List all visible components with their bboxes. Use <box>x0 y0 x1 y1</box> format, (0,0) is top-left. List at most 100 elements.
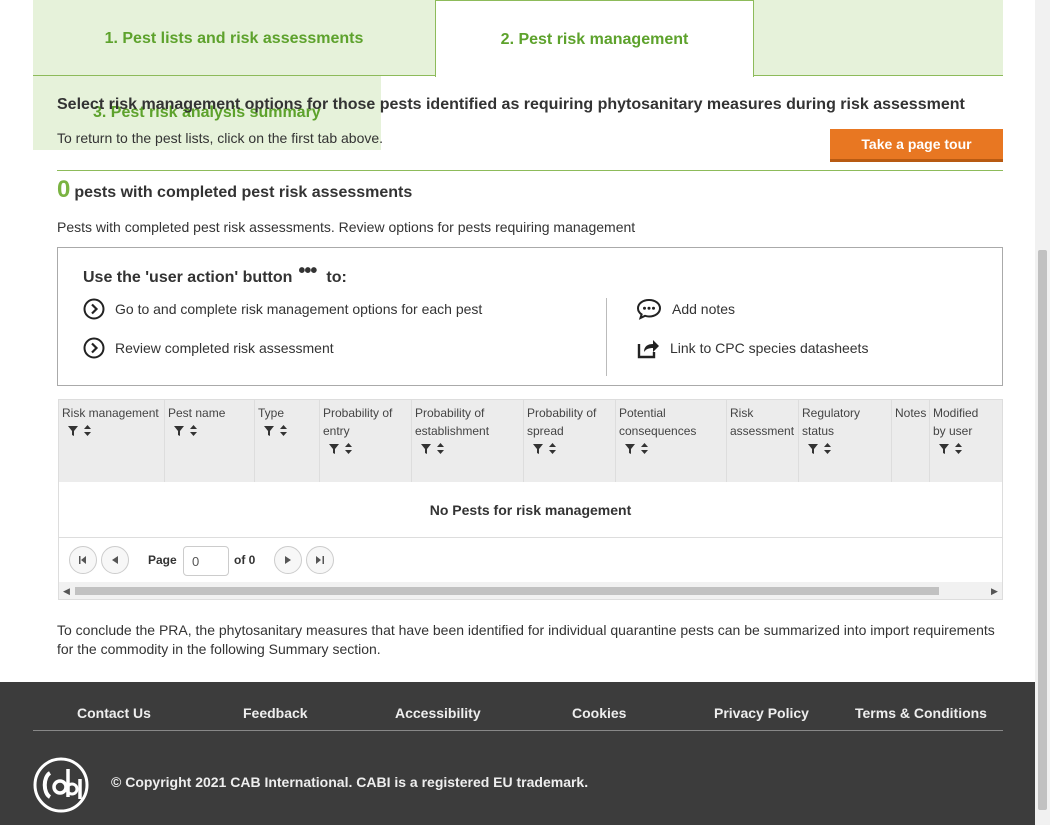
filter-icon[interactable] <box>625 441 635 459</box>
grid-pager: Page of 0 <box>59 538 1002 582</box>
footer: Contact Us Feedback Accessibility Cookie… <box>0 682 1035 825</box>
horizontal-scrollbar[interactable]: ◀ ▶ <box>59 582 1002 599</box>
tab-pest-lists[interactable]: 1. Pest lists and risk assessments <box>33 0 435 76</box>
column-header: Modified by user <box>930 400 1002 482</box>
scroll-right-icon[interactable]: ▶ <box>991 586 998 597</box>
page: 1. Pest lists and risk assessments 2. Pe… <box>0 0 1050 825</box>
footer-link-terms[interactable]: Terms & Conditions <box>855 705 987 721</box>
info-item-complete-options: Go to and complete risk management optio… <box>83 298 482 320</box>
column-title: Risk management <box>62 406 159 420</box>
scroll-left-icon[interactable]: ◀ <box>63 586 70 597</box>
page-total-label: of 0 <box>234 553 256 567</box>
sort-icon[interactable] <box>955 441 962 459</box>
tab-bar: 1. Pest lists and risk assessments 2. Pe… <box>33 0 1003 150</box>
column-title: Probability of entry <box>323 406 393 438</box>
info-item-label: Review completed risk assessment <box>115 340 334 356</box>
info-item-review-assessment: Review completed risk assessment <box>83 337 334 359</box>
page-tour-button[interactable]: Take a page tour <box>830 129 1003 162</box>
info-item-add-notes: Add notes <box>636 298 735 320</box>
first-page-button[interactable] <box>69 546 97 574</box>
column-title: Potential consequences <box>619 406 697 438</box>
info-title-after: to: <box>326 269 347 286</box>
chevron-circle-icon <box>83 337 105 359</box>
filter-icon[interactable] <box>421 441 431 459</box>
filter-icon[interactable] <box>68 423 78 441</box>
column-header: Type <box>255 400 320 482</box>
column-title: Pest name <box>168 406 226 420</box>
pests-subtext: Pests with completed pest risk assessmen… <box>57 219 636 235</box>
filter-icon[interactable] <box>329 441 339 459</box>
info-item-label: Go to and complete risk management optio… <box>115 301 483 317</box>
footer-nav: Contact Us Feedback Accessibility Cookie… <box>33 682 1003 731</box>
footer-link-contact[interactable]: Contact Us <box>77 705 151 721</box>
pests-count-line: 0 pests with completed pest risk assessme… <box>57 176 412 204</box>
column-title: Modified by user <box>933 406 979 438</box>
conclusion-text: To conclude the PRA, the phytosanitary m… <box>57 622 995 657</box>
copyright-text: © Copyright 2021 CAB International. CABI… <box>111 774 589 790</box>
info-item-cpc-link: Link to CPC species datasheets <box>636 337 868 359</box>
chevron-circle-icon <box>83 298 105 320</box>
pests-count: 0 <box>57 176 71 203</box>
previous-page-icon <box>112 556 118 564</box>
footer-link-cookies[interactable]: Cookies <box>572 705 626 721</box>
divider <box>57 170 1003 171</box>
sort-icon[interactable] <box>824 441 831 459</box>
column-header: Risk management <box>59 400 165 482</box>
column-header: Probability of spread <box>524 400 616 482</box>
filter-icon[interactable] <box>174 423 184 441</box>
column-header: Potential consequences <box>616 400 727 482</box>
filter-icon[interactable] <box>939 441 949 459</box>
column-header: Risk assessment <box>727 400 799 482</box>
grid-empty-message: No Pests for risk management <box>59 482 1002 538</box>
filter-icon[interactable] <box>264 423 274 441</box>
column-title: Notes <box>895 406 927 420</box>
column-header: Probability of entry <box>320 400 412 482</box>
info-divider <box>606 298 607 376</box>
next-page-icon <box>285 556 291 564</box>
column-header: Notes <box>892 400 930 482</box>
sort-icon[interactable] <box>190 423 197 441</box>
grid-header: Risk management Pest name Type Probabili… <box>59 400 1002 482</box>
last-page-icon <box>316 556 324 564</box>
sort-icon[interactable] <box>345 441 352 459</box>
info-item-label: Link to CPC species datasheets <box>670 340 869 356</box>
footer-link-feedback[interactable]: Feedback <box>243 705 308 721</box>
footer-link-privacy[interactable]: Privacy Policy <box>714 705 809 721</box>
column-title: Type <box>258 406 285 420</box>
sort-icon[interactable] <box>280 423 287 441</box>
sort-icon[interactable] <box>549 441 556 459</box>
sort-icon[interactable] <box>437 441 444 459</box>
footer-link-accessibility[interactable]: Accessibility <box>395 705 481 721</box>
page-label: Page <box>148 553 177 567</box>
next-page-button[interactable] <box>274 546 302 574</box>
sort-icon[interactable] <box>84 423 91 441</box>
sort-icon[interactable] <box>641 441 648 459</box>
pests-count-label: pests with completed pest risk assessmen… <box>74 184 413 201</box>
column-header: Probability of establishment <box>412 400 524 482</box>
filter-icon[interactable] <box>808 441 818 459</box>
filter-icon[interactable] <box>533 441 543 459</box>
last-page-button[interactable] <box>306 546 334 574</box>
cabi-logo[interactable] <box>33 757 89 818</box>
pest-risk-management-grid: Risk management Pest name Type Probabili… <box>58 399 1003 600</box>
column-title: Probability of spread <box>527 406 597 438</box>
info-title: Use the 'user action' button ••• to: <box>83 260 347 288</box>
column-header: Pest name <box>165 400 255 482</box>
column-title: Regulatory status <box>802 406 861 438</box>
column-title: Probability of establishment <box>415 406 490 438</box>
column-header: Regulatory status <box>799 400 892 482</box>
vertical-scrollbar[interactable] <box>1035 0 1050 825</box>
speech-bubble-icon <box>636 298 662 320</box>
tab-pest-risk-management[interactable]: 2. Pest risk management <box>435 0 754 77</box>
first-page-icon <box>79 556 86 564</box>
more-dots-icon: ••• <box>298 260 317 282</box>
page-number-input[interactable] <box>183 546 229 576</box>
column-title: Risk assessment <box>730 406 795 438</box>
info-item-label: Add notes <box>672 301 736 317</box>
vertical-scroll-thumb[interactable] <box>1038 250 1047 810</box>
share-icon <box>637 340 659 359</box>
user-action-info-box: Use the 'user action' button ••• to: Go to… <box>57 247 1003 386</box>
page-heading: Select risk management options for those… <box>57 96 965 113</box>
previous-page-button[interactable] <box>101 546 129 574</box>
horizontal-scroll-thumb[interactable] <box>75 587 939 595</box>
